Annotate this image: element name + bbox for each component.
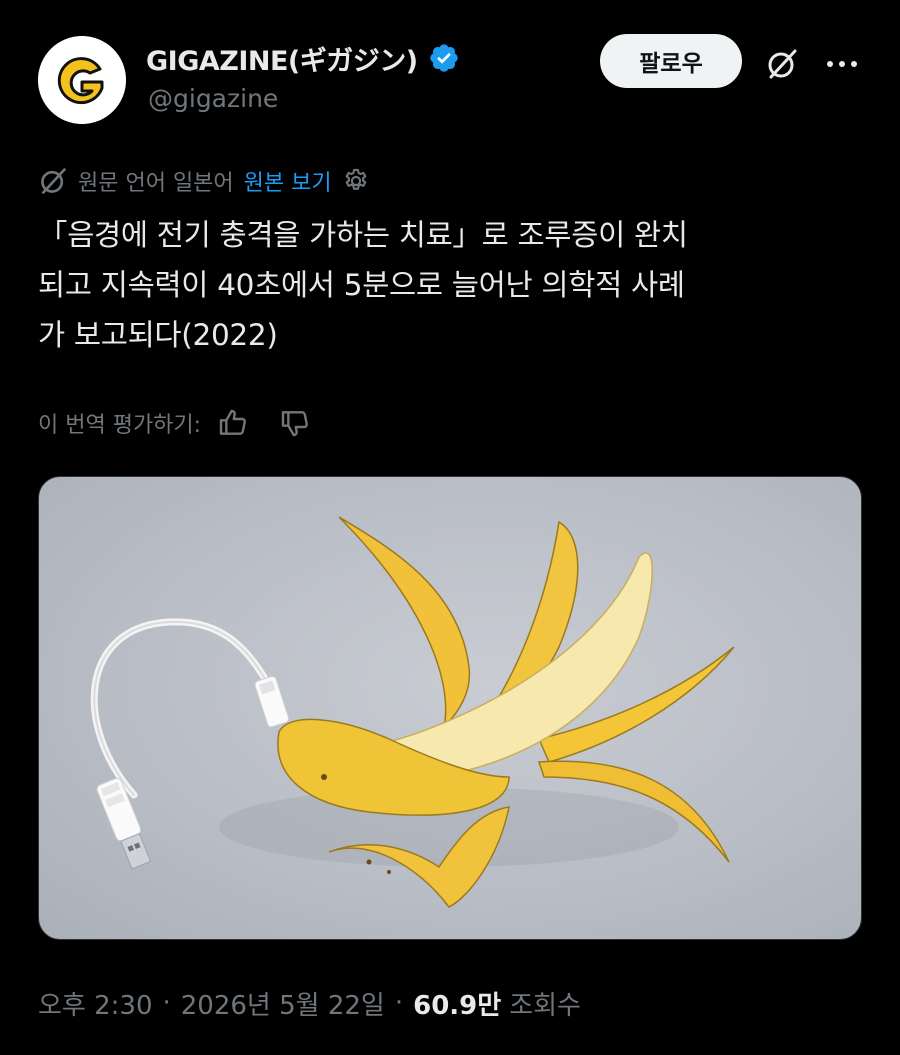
author-handle[interactable]: @gigazine (148, 84, 278, 113)
author-display-name[interactable]: GIGAZINE(ギガジン) (146, 39, 418, 78)
show-original-link[interactable]: 원본 보기 (244, 165, 332, 197)
tweet-time[interactable]: 오후 2:30 (38, 985, 153, 1022)
gigazine-logo-icon (38, 36, 126, 124)
meta-separator: · (162, 988, 171, 1018)
gear-icon[interactable] (342, 167, 370, 195)
meta-separator: · (394, 988, 404, 1018)
author-name-row[interactable]: GIGAZINE(ギガジン) (146, 38, 460, 78)
banana-usb-image (90, 516, 735, 908)
verified-badge-icon (429, 44, 458, 72)
grok-icon (768, 49, 797, 79)
views-label: 조회수 (509, 990, 581, 1021)
tweet-text-line: 되고 지속력이 40초에서 5분으로 늘어난 의학적 사례 (38, 268, 685, 302)
grok-button[interactable] (760, 42, 804, 86)
tweet-text: 「음경에 전기 충격을 가하는 치료」로 조루증이 완치 되고 지속력이 40초… (38, 210, 864, 360)
more-options-button[interactable] (820, 42, 864, 86)
tweet-text-line: 「음경에 전기 충격을 가하는 치료」로 조루증이 완치 (38, 218, 688, 252)
follow-button[interactable]: 팔로우 (600, 34, 742, 88)
grok-icon (41, 168, 66, 194)
avatar[interactable] (38, 36, 126, 124)
thumbs-down-icon[interactable] (279, 407, 311, 439)
rate-translation-label: 이 번역 평가하기: (38, 413, 202, 438)
tweet-date[interactable]: 2026년 5월 22일 (181, 985, 385, 1022)
more-icon (827, 61, 857, 67)
tweet-text-line: 가 보고되다(2022) (38, 318, 278, 352)
views-count: 60.9만 (413, 990, 502, 1021)
tweet-meta-row: 오후 2:30 · 2026년 5월 22일 · 60.9만 조회수 (38, 980, 581, 1026)
rate-translation-row: 이 번역 평가하기: (38, 402, 311, 444)
translation-note: 원문 언어 일본어 (78, 171, 234, 196)
tweet-media-image[interactable] (38, 476, 862, 940)
translation-row: 원문 언어 일본어 원본 보기 (38, 162, 370, 200)
thumbs-up-icon[interactable] (217, 407, 249, 439)
